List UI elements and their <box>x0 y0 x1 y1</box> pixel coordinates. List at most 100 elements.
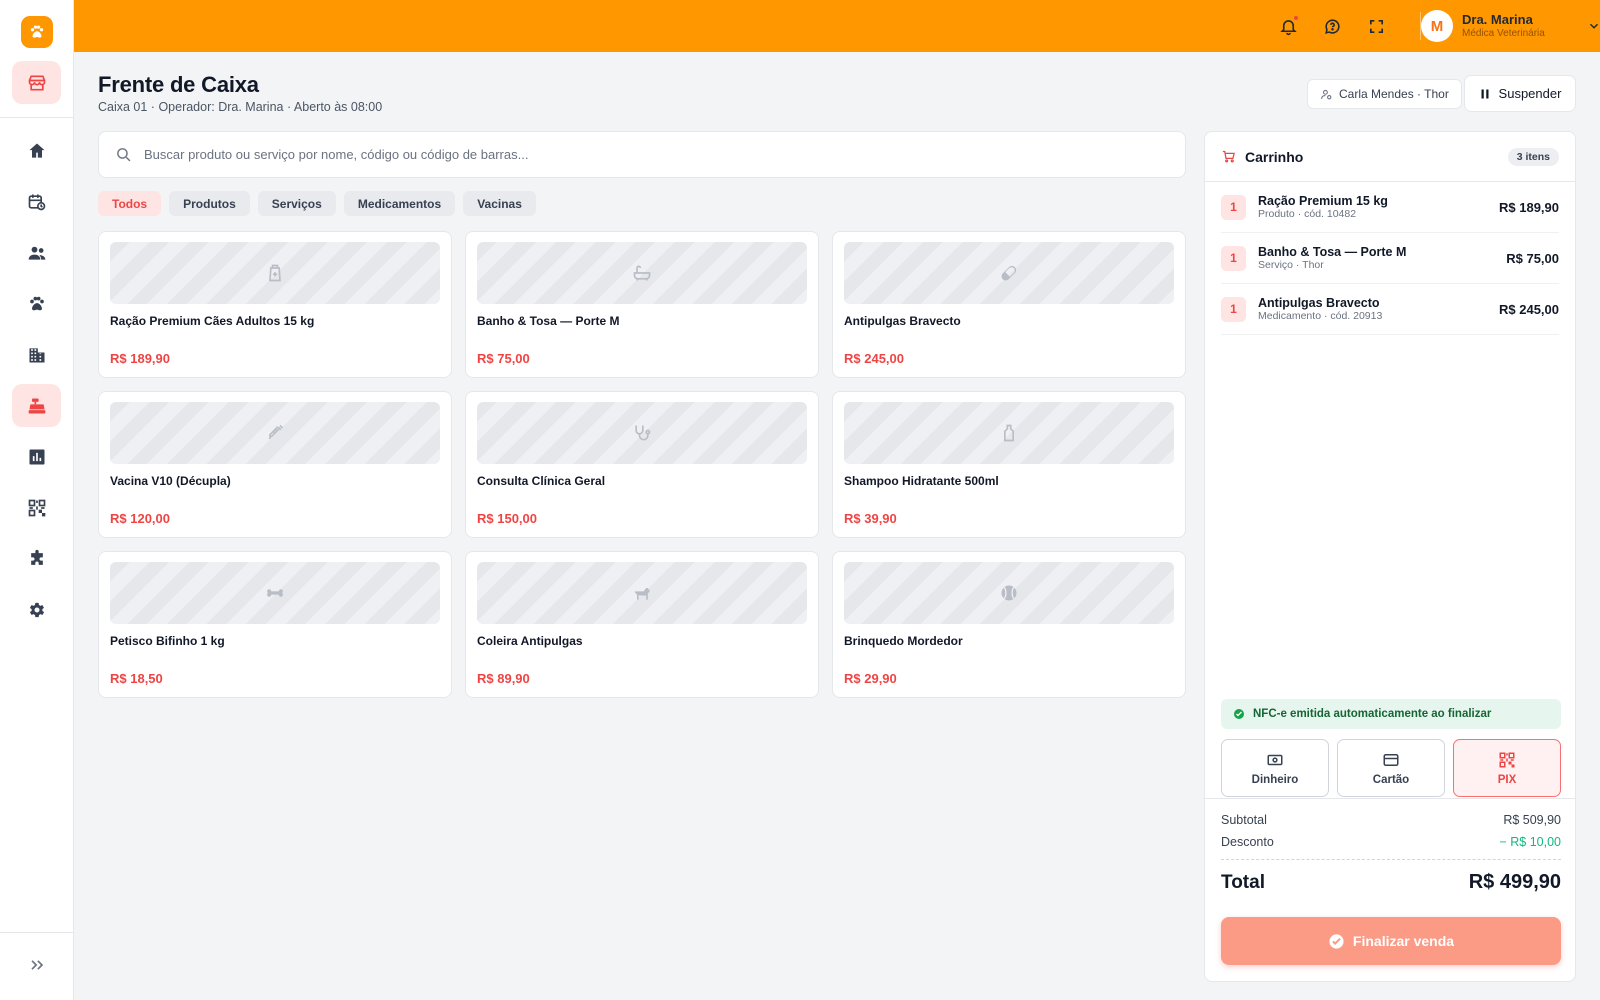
help-button[interactable] <box>1321 15 1343 37</box>
total-value: R$ 499,90 <box>1468 871 1561 893</box>
suspend-button[interactable]: Suspender <box>1464 75 1576 112</box>
syringe-icon <box>268 424 284 440</box>
product-card[interactable]: Ração Premium Cães Adultos 15 kg R$ 189,… <box>98 231 452 378</box>
product-name: Coleira Antipulgas <box>477 634 583 648</box>
cart-item-price: R$ 245,00 <box>1499 301 1559 317</box>
user-menu[interactable]: M Dra. Marina Médica Veterinária <box>1421 10 1600 42</box>
cart-item-qty[interactable]: 1 <box>1221 245 1246 271</box>
cart-header: Carrinho 3 itens <box>1205 132 1575 182</box>
cart-item-meta: Produto · cód. 10482 <box>1258 208 1357 221</box>
puzzle-icon <box>30 549 43 565</box>
sidebar-item-pos[interactable] <box>12 384 61 427</box>
search-icon <box>117 148 131 162</box>
subtotal-row: Subtotal R$ 509,90 <box>1221 813 1561 827</box>
building-icon <box>29 347 44 362</box>
notifications-button[interactable] <box>1277 15 1299 37</box>
expand-double-chevron-icon <box>30 959 43 970</box>
cart-item[interactable]: 1 Antipulgas Bravecto Medicamento · cód.… <box>1221 284 1559 335</box>
product-thumbnail <box>110 242 440 304</box>
cart-item[interactable]: 1 Banho & Tosa — Porte M Serviço · Thor … <box>1221 233 1559 284</box>
cart-item-price: R$ 75,00 <box>1506 250 1559 266</box>
filter-tabs: Todos Produtos Serviços Medicamentos Vac… <box>98 191 536 216</box>
bathtub-icon <box>633 265 651 281</box>
chat-help-icon <box>1324 18 1340 34</box>
product-price: R$ 39,90 <box>844 511 897 526</box>
payment-label: Cartão <box>1372 773 1410 786</box>
check-circle-icon <box>1234 709 1244 719</box>
product-card[interactable]: Banho & Tosa — Porte M R$ 75,00 <box>465 231 819 378</box>
product-card[interactable]: Coleira Antipulgas R$ 89,90 <box>465 551 819 698</box>
cash-icon <box>1267 754 1283 765</box>
page-subtitle: Caixa 01 · Operador: Dra. Marina · Abert… <box>98 100 383 114</box>
search-input[interactable] <box>144 147 1144 162</box>
nfce-text: NFC-e emitida automaticamente ao finaliz… <box>1253 708 1492 720</box>
product-thumbnail <box>110 562 440 624</box>
qr-code-icon <box>28 499 45 516</box>
finish-sale-label: Finalizar venda <box>1352 933 1455 949</box>
product-card[interactable]: Shampoo Hidratante 500ml R$ 39,90 <box>832 391 1186 538</box>
product-card[interactable]: Petisco Bifinho 1 kg R$ 18,50 <box>98 551 452 698</box>
sidebar-item-pets[interactable] <box>12 282 61 325</box>
sidebar <box>0 0 74 1000</box>
tab-medicamentos[interactable]: Medicamentos <box>343 191 456 216</box>
finish-sale-button[interactable]: Finalizar venda <box>1221 917 1561 965</box>
customer-name: Carla Mendes · Thor <box>1339 87 1449 101</box>
cart-item[interactable]: 1 Ração Premium 15 kg Produto · cód. 104… <box>1221 182 1559 233</box>
nfce-notice: NFC-e emitida automaticamente ao finaliz… <box>1221 699 1561 729</box>
cart-item-qty[interactable]: 1 <box>1221 194 1246 220</box>
tab-servicos[interactable]: Serviços <box>257 191 336 216</box>
tab-vacinas[interactable]: Vacinas <box>463 191 536 216</box>
payment-cash-button[interactable]: Dinheiro <box>1221 739 1329 797</box>
qr-code-icon <box>1499 752 1515 767</box>
payment-card-button[interactable]: Cartão <box>1337 739 1445 797</box>
sidebar-item-clinic[interactable] <box>12 333 61 376</box>
sidebar-expand-button[interactable] <box>12 943 61 986</box>
tab-todos[interactable]: Todos <box>98 191 162 216</box>
cart-icon <box>1222 150 1235 163</box>
sidebar-item-clients[interactable] <box>12 231 61 274</box>
cart-item-meta: Medicamento · cód. 20913 <box>1258 310 1383 323</box>
payment-label: Dinheiro <box>1251 773 1299 786</box>
page-title: Frente de Caixa <box>98 72 259 97</box>
cart-item-price: R$ 189,90 <box>1499 199 1559 215</box>
subtotal-value: R$ 509,90 <box>1503 813 1561 827</box>
product-card[interactable]: Brinquedo Mordedor R$ 29,90 <box>832 551 1186 698</box>
product-name: Antipulgas Bravecto <box>844 314 961 328</box>
product-card[interactable]: Antipulgas Bravecto R$ 245,00 <box>832 231 1186 378</box>
product-price: R$ 75,00 <box>477 351 530 366</box>
app-logo[interactable] <box>21 16 53 48</box>
payment-pix-button[interactable]: PIX <box>1453 739 1561 797</box>
search-box[interactable] <box>98 131 1186 178</box>
sidebar-item-store[interactable] <box>12 61 61 104</box>
total-label: Total <box>1221 872 1265 893</box>
discount-row: Desconto − R$ 10,00 <box>1221 835 1561 849</box>
sidebar-item-qrcode[interactable] <box>12 486 61 529</box>
product-card[interactable]: Consulta Clínica Geral R$ 150,00 <box>465 391 819 538</box>
product-price: R$ 89,90 <box>477 671 530 686</box>
product-price: R$ 120,00 <box>110 511 170 526</box>
sidebar-item-home[interactable] <box>12 129 61 172</box>
product-price: R$ 18,50 <box>110 671 163 686</box>
sidebar-item-reports[interactable] <box>12 435 61 478</box>
sidebar-item-settings[interactable] <box>12 588 61 631</box>
cart-item-qty[interactable]: 1 <box>1221 296 1246 322</box>
total-row: Total R$ 499,90 <box>1221 871 1561 894</box>
sidebar-item-integrations[interactable] <box>12 537 61 580</box>
product-name: Brinquedo Mordedor <box>844 634 963 648</box>
product-thumbnail <box>844 562 1174 624</box>
customer-chip[interactable]: Carla Mendes · Thor <box>1307 79 1462 109</box>
product-price: R$ 245,00 <box>844 351 904 366</box>
fullscreen-icon <box>1369 19 1383 33</box>
tab-produtos[interactable]: Produtos <box>169 191 250 216</box>
product-price: R$ 189,90 <box>110 351 170 366</box>
product-thumbnail <box>477 562 807 624</box>
fullscreen-button[interactable] <box>1365 15 1387 37</box>
product-thumbnail <box>844 402 1174 464</box>
calendar-clock-icon <box>28 194 45 210</box>
sidebar-item-agenda[interactable] <box>12 180 61 223</box>
cart-title: Carrinho <box>1245 148 1304 165</box>
cart-panel: Carrinho 3 itens 1 Ração Premium 15 kg P… <box>1204 131 1576 982</box>
cart-count-badge: 3 itens <box>1507 147 1559 166</box>
user-role: Médica Veterinária <box>1462 27 1545 39</box>
product-card[interactable]: Vacina V10 (Décupla) R$ 120,00 <box>98 391 452 538</box>
